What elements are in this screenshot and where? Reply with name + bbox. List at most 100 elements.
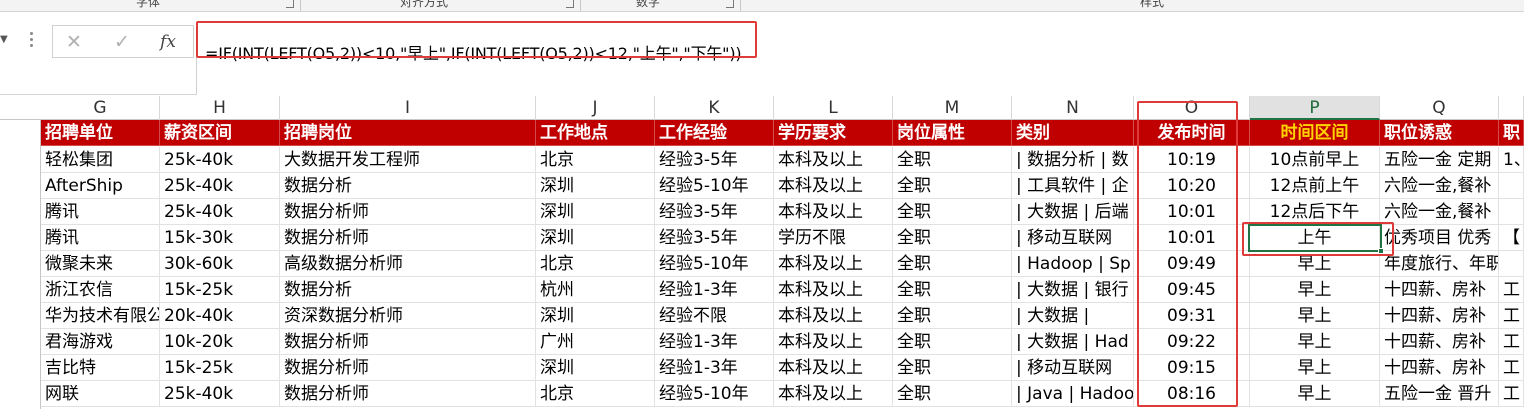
table-cell[interactable]: | 大数据 | Had — [1012, 329, 1134, 355]
table-cell[interactable]: 北京 — [536, 381, 655, 407]
table-cell[interactable]: 工 — [1499, 303, 1524, 329]
table-cell[interactable]: 五险一金 晋升 — [1380, 381, 1499, 407]
table-cell[interactable]: 09:31 — [1134, 303, 1250, 329]
table-cell[interactable]: 10:01 — [1134, 225, 1250, 251]
table-cell[interactable]: 本科及以上 — [774, 173, 893, 199]
ribbon-group-font[interactable]: 字体 — [136, 0, 160, 10]
table-cell[interactable]: 经验3-5年 — [655, 199, 774, 225]
table-cell[interactable]: 工 — [1499, 355, 1524, 381]
table-cell[interactable]: 30k-60k — [160, 251, 280, 277]
column-header-p[interactable]: P — [1250, 96, 1380, 120]
table-cell[interactable]: 数据分析师 — [280, 199, 536, 225]
table-cell[interactable]: 全职 — [893, 303, 1012, 329]
table-cell[interactable]: 深圳 — [536, 173, 655, 199]
table-cell[interactable]: 数据分析师 — [280, 225, 536, 251]
column-header-m[interactable]: M — [893, 96, 1012, 120]
table-cell[interactable]: 【 — [1499, 225, 1524, 251]
cancel-icon[interactable]: ✕ — [57, 29, 91, 55]
insert-function-icon[interactable]: fx — [151, 29, 185, 55]
table-cell[interactable]: 全职 — [893, 147, 1012, 173]
table-cell[interactable]: 本科及以上 — [774, 277, 893, 303]
table-cell[interactable]: 全职 — [893, 199, 1012, 225]
table-cell[interactable]: 学历不限 — [774, 225, 893, 251]
table-cell[interactable] — [1499, 173, 1524, 199]
table-cell[interactable]: 本科及以上 — [774, 381, 893, 407]
table-cell[interactable]: 本科及以上 — [774, 147, 893, 173]
header-cell[interactable]: 学历要求 — [774, 120, 893, 146]
table-cell[interactable]: 全职 — [893, 251, 1012, 277]
table-cell[interactable]: 经验3-5年 — [655, 147, 774, 173]
table-cell[interactable]: 十四薪、房补 — [1380, 329, 1499, 355]
column-header-l[interactable]: L — [774, 96, 893, 120]
formula-bar-grip-icon[interactable] — [30, 32, 34, 50]
header-cell[interactable]: 薪资区间 — [160, 120, 280, 146]
table-cell[interactable]: 20k-40k — [160, 303, 280, 329]
table-cell[interactable]: 十四薪、房补 — [1380, 277, 1499, 303]
table-cell[interactable]: 工 — [1499, 329, 1524, 355]
column-header-q[interactable]: Q — [1380, 96, 1499, 120]
header-cell[interactable]: 职位诱惑 — [1380, 120, 1499, 146]
table-cell[interactable]: 五险一金 定期 — [1380, 147, 1499, 173]
table-cell[interactable]: 微聚未来 — [41, 251, 160, 277]
table-cell[interactable]: 25k-40k — [160, 173, 280, 199]
fill-handle[interactable] — [1378, 248, 1384, 254]
table-cell[interactable]: 本科及以上 — [774, 355, 893, 381]
table-cell[interactable]: 15k-25k — [160, 355, 280, 381]
column-header-h[interactable]: H — [160, 96, 280, 120]
table-cell[interactable]: 深圳 — [536, 225, 655, 251]
table-cell[interactable]: | 数据分析 | 数 — [1012, 147, 1134, 173]
table-cell[interactable]: 高级数据分析师 — [280, 251, 536, 277]
table-cell[interactable]: 早上 — [1250, 355, 1380, 381]
table-cell[interactable]: 早上 — [1250, 303, 1380, 329]
table-cell[interactable]: 十四薪、房补 — [1380, 355, 1499, 381]
table-cell[interactable]: 10k-20k — [160, 329, 280, 355]
table-cell[interactable]: 上午 — [1250, 225, 1380, 251]
table-cell[interactable]: | 大数据 | — [1012, 303, 1134, 329]
ribbon-group-alignment[interactable]: 对齐方式 — [400, 0, 448, 10]
table-cell[interactable]: 本科及以上 — [774, 199, 893, 225]
table-cell[interactable]: 大数据开发工程师 — [280, 147, 536, 173]
table-cell[interactable]: 经验1-3年 — [655, 329, 774, 355]
table-cell[interactable] — [1499, 199, 1524, 225]
table-cell[interactable]: | 移动互联网 — [1012, 355, 1134, 381]
table-cell[interactable]: 全职 — [893, 277, 1012, 303]
header-cell[interactable]: 时间区间 — [1250, 120, 1380, 146]
column-header-o[interactable]: O — [1134, 96, 1250, 120]
table-cell[interactable]: 经验1-3年 — [655, 355, 774, 381]
table-cell[interactable]: | Java | Hadoo — [1012, 381, 1134, 407]
table-cell[interactable]: 经验不限 — [655, 303, 774, 329]
table-cell[interactable]: 腾讯 — [41, 225, 160, 251]
table-cell[interactable]: 全职 — [893, 355, 1012, 381]
column-header-r[interactable] — [1499, 96, 1524, 120]
table-cell[interactable]: 北京 — [536, 251, 655, 277]
table-cell[interactable]: 华为技术有限公司 — [41, 303, 160, 329]
table-cell[interactable]: | 大数据 | 银行 — [1012, 277, 1134, 303]
table-cell[interactable]: 吉比特 — [41, 355, 160, 381]
table-cell[interactable]: 网联 — [41, 381, 160, 407]
table-cell[interactable] — [1499, 251, 1524, 277]
table-cell[interactable]: 经验5-10年 — [655, 381, 774, 407]
table-cell[interactable]: 数据分析 — [280, 173, 536, 199]
table-cell[interactable]: 09:49 — [1134, 251, 1250, 277]
table-cell[interactable]: 早上 — [1250, 329, 1380, 355]
table-cell[interactable]: | Hadoop | Sp — [1012, 251, 1134, 277]
table-cell[interactable]: 15k-25k — [160, 277, 280, 303]
table-cell[interactable]: 全职 — [893, 381, 1012, 407]
table-cell[interactable]: 经验1-3年 — [655, 277, 774, 303]
enter-icon[interactable]: ✓ — [105, 29, 139, 55]
table-cell[interactable]: 25k-40k — [160, 199, 280, 225]
column-header-k[interactable]: K — [655, 96, 774, 120]
table-cell[interactable]: 广州 — [536, 329, 655, 355]
table-cell[interactable]: 全职 — [893, 225, 1012, 251]
table-cell[interactable]: | 移动互联网 — [1012, 225, 1134, 251]
table-cell[interactable]: 数据分析师 — [280, 355, 536, 381]
header-cell[interactable]: 岗位属性 — [893, 120, 1012, 146]
table-cell[interactable]: 10:19 — [1134, 147, 1250, 173]
table-cell[interactable]: 早上 — [1250, 381, 1380, 407]
number-dialog-launcher-icon[interactable] — [726, 0, 734, 8]
table-cell[interactable]: 经验3-5年 — [655, 225, 774, 251]
table-cell[interactable]: 12点后下午 — [1250, 199, 1380, 225]
header-cell[interactable]: 招聘单位 — [41, 120, 160, 146]
table-cell[interactable]: 10点前早上 — [1250, 147, 1380, 173]
table-cell[interactable]: 君海游戏 — [41, 329, 160, 355]
